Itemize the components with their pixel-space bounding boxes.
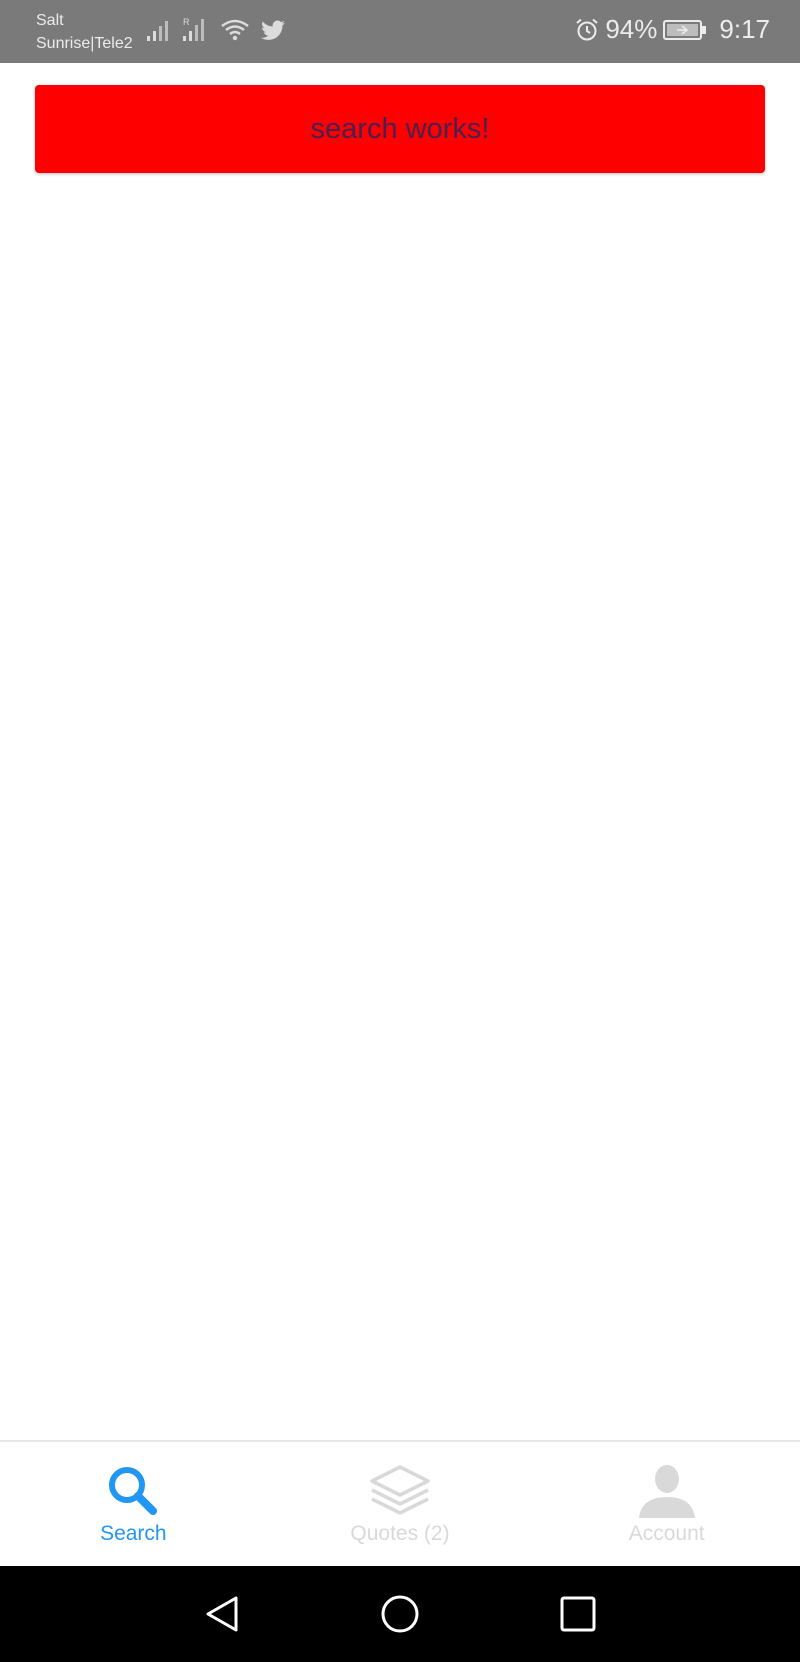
- tab-search-label: Search: [100, 1522, 167, 1545]
- banner-text: search works!: [310, 112, 490, 145]
- tab-account[interactable]: Account: [533, 1442, 800, 1568]
- tab-account-label: Account: [628, 1522, 705, 1545]
- twitter-icon: [261, 20, 285, 40]
- alarm-icon: [576, 18, 599, 40]
- clock: 9:17: [719, 14, 770, 44]
- home-icon[interactable]: [380, 1594, 420, 1634]
- person-icon: [638, 1465, 695, 1518]
- svg-text:R: R: [183, 17, 190, 27]
- status-icons-left: R: [146, 16, 286, 42]
- tab-quotes-label: Quotes (2): [350, 1522, 450, 1545]
- battery-percent: 94%: [605, 14, 658, 44]
- tab-quotes[interactable]: Quotes (2): [267, 1442, 534, 1568]
- carrier-1: Salt: [36, 12, 64, 29]
- status-bar: Salt Sunrise|Tele2 R 94% 9:17: [0, 0, 800, 63]
- tab-search[interactable]: Search: [0, 1442, 267, 1568]
- recent-apps-icon[interactable]: [558, 1594, 598, 1634]
- search-result-banner: search works!: [35, 85, 765, 173]
- bottom-tab-bar: Search Quotes (2) Account: [0, 1440, 800, 1568]
- signal-icon: [147, 21, 168, 41]
- search-icon: [109, 1467, 158, 1515]
- back-icon[interactable]: [202, 1594, 242, 1634]
- battery-charging-icon: [663, 19, 707, 40]
- system-nav-bar: [0, 1566, 800, 1662]
- layers-icon: [370, 1465, 430, 1515]
- signal-roaming-icon: R: [183, 17, 204, 41]
- wifi-icon: [221, 19, 249, 41]
- carrier-2: Sunrise|Tele2: [36, 35, 133, 52]
- carrier-names: Salt Sunrise|Tele2: [36, 9, 133, 55]
- status-icons-right: 94% 9:17: [575, 14, 770, 45]
